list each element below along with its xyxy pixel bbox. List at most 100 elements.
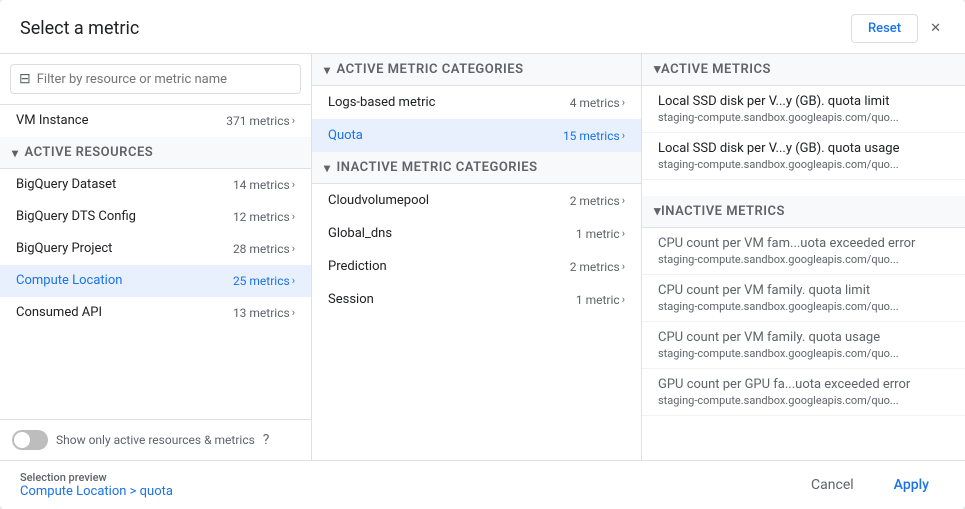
bigquery-dts-label: BigQuery DTS Config — [16, 209, 136, 224]
vm-instance-label: VM Instance — [16, 113, 88, 128]
bigquery-dataset-chevron: › — [292, 178, 295, 191]
middle-item-quota[interactable]: Quota 15 metrics › — [312, 119, 641, 152]
active-categories-header: ▾ ACTIVE METRIC CATEGORIES — [312, 54, 641, 86]
right-item-local-ssd-usage[interactable]: Local SSD disk per V...y (GB). quota usa… — [642, 133, 965, 180]
local-ssd-limit-path: staging-compute.sandbox.googleapis.com/q… — [658, 111, 949, 124]
dialog-title: Select a metric — [20, 18, 139, 39]
search-input[interactable] — [37, 72, 292, 87]
prediction-label: Prediction — [328, 259, 387, 274]
selection-preview: Selection preview Compute Location > quo… — [20, 471, 173, 499]
right-panel: ▾ ACTIVE METRICS Local SSD disk per V...… — [642, 54, 965, 460]
right-item-gpu-exceeded[interactable]: GPU count per GPU fa...uota exceeded err… — [642, 369, 965, 416]
left-list-item-bigquery-dataset[interactable]: BigQuery Dataset 14 metrics › — [0, 169, 311, 201]
left-list-item-compute-location[interactable]: Compute Location 25 metrics › — [0, 265, 311, 297]
reset-button[interactable]: Reset — [851, 14, 918, 43]
inactive-metrics-header: ▾ INACTIVE METRICS — [642, 196, 965, 228]
session-label: Session — [328, 292, 374, 307]
global-dns-chevron: › — [622, 227, 625, 240]
bigquery-dataset-label: BigQuery Dataset — [16, 177, 116, 192]
left-list-item-vm-instance[interactable]: VM Instance 371 metrics › — [0, 105, 311, 137]
header-actions: Reset ✕ — [851, 14, 945, 43]
bigquery-dts-chevron: › — [292, 210, 295, 223]
dialog-header: Select a metric Reset ✕ — [0, 0, 965, 54]
cpu-usage-name: CPU count per VM family. quota usage — [658, 330, 949, 345]
middle-list: ▾ ACTIVE METRIC CATEGORIES Logs-based me… — [312, 54, 641, 460]
inactive-metrics-label: INACTIVE METRICS — [661, 204, 785, 219]
cloudvolumepool-label: Cloudvolumepool — [328, 193, 429, 208]
vm-instance-chevron: › — [292, 114, 295, 127]
local-ssd-usage-path: staging-compute.sandbox.googleapis.com/q… — [658, 158, 949, 171]
bigquery-dts-count: 12 metrics — [233, 210, 290, 224]
filter-icon: ⊟ — [19, 71, 31, 87]
bigquery-project-count: 28 metrics — [233, 242, 290, 256]
inactive-categories-header: ▾ INACTIVE METRIC CATEGORIES — [312, 152, 641, 184]
close-button[interactable]: ✕ — [926, 17, 945, 40]
quota-label: Quota — [328, 128, 363, 143]
middle-item-logs-based[interactable]: Logs-based metric 4 metrics › — [312, 86, 641, 119]
select-metric-dialog: Select a metric Reset ✕ ⊟ VM Instance — [0, 0, 965, 509]
bigquery-project-chevron: › — [292, 242, 295, 255]
session-chevron: › — [622, 293, 625, 306]
active-toggle[interactable] — [12, 430, 48, 450]
left-list-item-bigquery-dts[interactable]: BigQuery DTS Config 12 metrics › — [0, 201, 311, 233]
dialog-body: ⊟ VM Instance 371 metrics › ▾ ACTIVE RES… — [0, 54, 965, 460]
quota-chevron: › — [622, 129, 625, 142]
local-ssd-limit-name: Local SSD disk per V...y (GB). quota lim… — [658, 94, 949, 109]
right-item-cpu-exceeded[interactable]: CPU count per VM fam...uota exceeded err… — [642, 228, 965, 275]
middle-item-global-dns[interactable]: Global_dns 1 metric › — [312, 217, 641, 250]
cpu-limit-name: CPU count per VM family. quota limit — [658, 283, 949, 298]
selection-preview-value: Compute Location > quota — [20, 484, 173, 499]
quota-count: 15 metrics — [563, 129, 620, 143]
cpu-exceeded-path: staging-compute.sandbox.googleapis.com/q… — [658, 253, 949, 266]
middle-item-prediction[interactable]: Prediction 2 metrics › — [312, 250, 641, 283]
active-metrics-header: ▾ ACTIVE METRICS — [642, 54, 965, 86]
prediction-chevron: › — [622, 260, 625, 273]
toggle-label: Show only active resources & metrics — [56, 433, 255, 447]
right-list: ▾ ACTIVE METRICS Local SSD disk per V...… — [642, 54, 965, 460]
prediction-count: 2 metrics — [570, 260, 620, 274]
inactive-categories-chevron-icon: ▾ — [324, 161, 331, 175]
logs-based-chevron: › — [622, 96, 625, 109]
active-categories-chevron-icon: ▾ — [324, 63, 331, 77]
left-list-item-bigquery-project[interactable]: BigQuery Project 28 metrics › — [0, 233, 311, 265]
active-categories-label: ACTIVE METRIC CATEGORIES — [337, 62, 524, 77]
middle-item-session[interactable]: Session 1 metric › — [312, 283, 641, 316]
bigquery-project-label: BigQuery Project — [16, 241, 112, 256]
cloudvolumepool-count: 2 metrics — [570, 194, 620, 208]
close-icon: ✕ — [930, 21, 941, 36]
cpu-usage-path: staging-compute.sandbox.googleapis.com/q… — [658, 347, 949, 360]
apply-button[interactable]: Apply — [878, 469, 945, 501]
search-box: ⊟ — [0, 54, 311, 105]
help-icon[interactable]: ? — [263, 432, 270, 448]
cloudvolumepool-chevron: › — [622, 194, 625, 207]
dialog-footer: Selection preview Compute Location > quo… — [0, 460, 965, 509]
right-item-cpu-limit[interactable]: CPU count per VM family. quota limit sta… — [642, 275, 965, 322]
bigquery-dataset-count: 14 metrics — [233, 178, 290, 192]
logs-based-count: 4 metrics — [570, 96, 620, 110]
global-dns-count: 1 metric — [576, 227, 620, 241]
gpu-exceeded-name: GPU count per GPU fa...uota exceeded err… — [658, 377, 949, 392]
cancel-button[interactable]: Cancel — [795, 469, 870, 501]
middle-item-cloudvolumepool[interactable]: Cloudvolumepool 2 metrics › — [312, 184, 641, 217]
footer-buttons: Cancel Apply — [795, 469, 945, 501]
consumed-api-count: 13 metrics — [233, 306, 290, 320]
active-resources-label: ACTIVE RESOURCES — [25, 145, 154, 160]
active-resources-header: ▾ ACTIVE RESOURCES — [0, 137, 311, 169]
cpu-limit-path: staging-compute.sandbox.googleapis.com/q… — [658, 300, 949, 313]
left-panel: ⊟ VM Instance 371 metrics › ▾ ACTIVE RES… — [0, 54, 312, 460]
right-item-cpu-usage[interactable]: CPU count per VM family. quota usage sta… — [642, 322, 965, 369]
local-ssd-usage-name: Local SSD disk per V...y (GB). quota usa… — [658, 141, 949, 156]
cpu-exceeded-name: CPU count per VM fam...uota exceeded err… — [658, 236, 949, 251]
gpu-exceeded-path: staging-compute.sandbox.googleapis.com/q… — [658, 394, 949, 407]
left-list: VM Instance 371 metrics › ▾ ACTIVE RESOU… — [0, 105, 311, 419]
left-list-item-consumed-api[interactable]: Consumed API 13 metrics › — [0, 297, 311, 329]
compute-location-count: 25 metrics — [233, 274, 290, 288]
toggle-slider — [12, 430, 48, 450]
right-item-local-ssd-limit[interactable]: Local SSD disk per V...y (GB). quota lim… — [642, 86, 965, 133]
logs-based-label: Logs-based metric — [328, 95, 435, 110]
global-dns-label: Global_dns — [328, 226, 392, 241]
active-metrics-chevron-icon: ▾ — [654, 62, 661, 77]
inactive-categories-label: INACTIVE METRIC CATEGORIES — [337, 160, 538, 175]
consumed-api-chevron: › — [292, 306, 295, 319]
inactive-metrics-chevron-icon: ▾ — [654, 204, 661, 219]
